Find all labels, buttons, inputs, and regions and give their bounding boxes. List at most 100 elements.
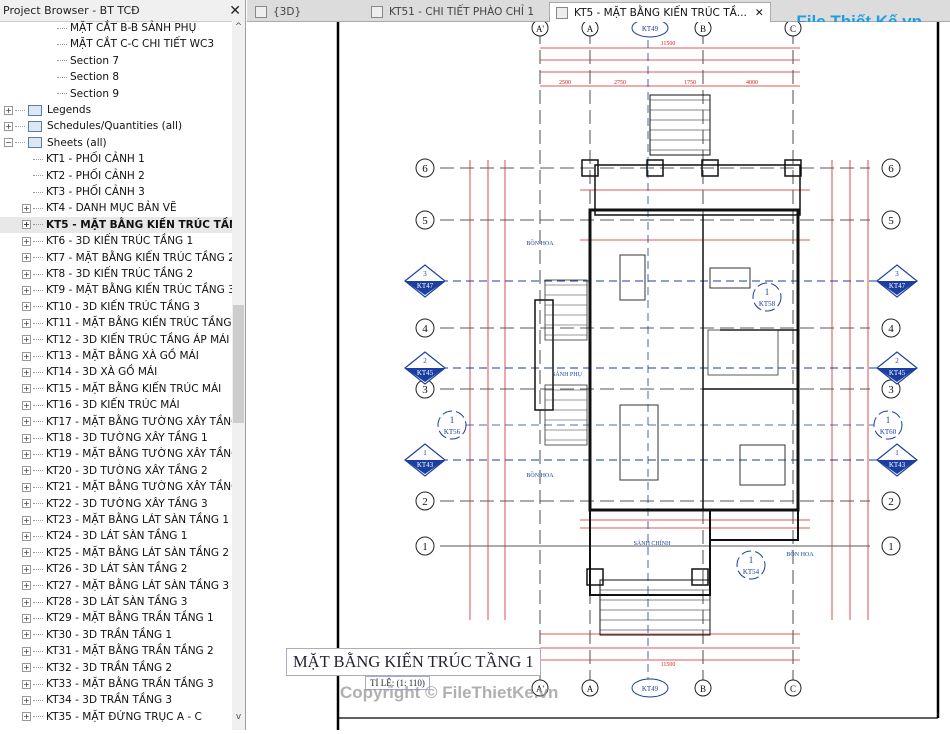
tree-item[interactable]: + KT16 - 3D KIẾN TRÚC MÁI: [0, 397, 232, 413]
dimension-text: 4000: [746, 80, 758, 86]
tree-item[interactable]: + KT6 - 3D KIẾN TRÚC TẦNG 1: [0, 233, 232, 249]
expand-icon[interactable]: +: [22, 679, 31, 689]
tree-item-label: KT2 - PHỐI CẢNH 2: [46, 169, 145, 182]
expand-icon[interactable]: +: [22, 384, 31, 394]
close-tab-icon[interactable]: ✕: [755, 7, 764, 19]
tree-item[interactable]: + KT4 - DANH MỤC BẢN VẼ: [0, 200, 232, 216]
kitchen-island: [709, 267, 751, 289]
tree-item[interactable]: + KT13 - MẶT BẰNG XÀ GỒ MÁI: [0, 348, 232, 364]
tree-item[interactable]: + KT7 - MẶT BẰNG KIẾN TRÚC TẦNG 2: [0, 250, 232, 266]
tree-item[interactable]: + KT21 - MẶT BẰNG TƯỜNG XÂY TẦNG 3: [0, 479, 232, 495]
tree-line: [33, 339, 43, 341]
tree-item[interactable]: MẶT CẮT B-B SẢNH PHỤ: [0, 20, 232, 36]
tab-view[interactable]: KT5 - MẶT BẰNG KIẾN TRÚC TẦ... ✕: [549, 2, 771, 22]
expand-icon[interactable]: +: [22, 318, 31, 328]
tree-item[interactable]: + KT35 - MẶT ĐỨNG TRỤC A - C: [0, 709, 232, 725]
tree-item[interactable]: + KT29 - MẶT BẰNG TRẦN TẦNG 1: [0, 610, 232, 626]
tree-item-label: KT24 - 3D LÁT SÀN TẦNG 1: [46, 530, 188, 543]
expand-icon[interactable]: +: [22, 367, 31, 377]
tree-item[interactable]: KT3 - PHỐI CẢNH 3: [0, 184, 232, 200]
expand-icon[interactable]: +: [22, 236, 31, 246]
tree-item[interactable]: + KT5 - MẶT BẰNG KIẾN TRÚC TẦNG 1: [0, 216, 232, 233]
expand-icon[interactable]: +: [22, 302, 31, 312]
expand-icon[interactable]: +: [22, 531, 31, 541]
expand-icon[interactable]: +: [22, 335, 31, 345]
tree-item-label: KT5 - MẶT BẰNG KIẾN TRÚC TẦNG 1: [46, 218, 232, 231]
tree-item[interactable]: + KT26 - 3D LÁT SÀN TẦNG 2: [0, 561, 232, 577]
expand-icon[interactable]: +: [22, 499, 31, 509]
tree-item[interactable]: + KT33 - MẶT BẰNG TRẦN TẦNG 3: [0, 676, 232, 692]
tree-item[interactable]: + KT18 - 3D TƯỜNG XÂY TẦNG 1: [0, 430, 232, 446]
tree-item[interactable]: + KT30 - 3D TRẦN TẦNG 1: [0, 627, 232, 643]
tree-item[interactable]: + KT24 - 3D LÁT SÀN TẦNG 1: [0, 528, 232, 544]
tree-item[interactable]: + Legends: [0, 102, 232, 118]
tab-view[interactable]: {3D}: [249, 2, 361, 22]
tree-item[interactable]: + KT27 - MẶT BẰNG LÁT SÀN TẦNG 3: [0, 578, 232, 594]
elevation-sheet: KT54: [743, 568, 760, 576]
expand-icon[interactable]: +: [22, 695, 31, 705]
scroll-up-icon[interactable]: ^: [232, 22, 245, 32]
expand-icon[interactable]: +: [22, 515, 31, 525]
collapse-icon[interactable]: −: [4, 138, 13, 148]
tree-item[interactable]: Section 8: [0, 69, 232, 85]
tree-item[interactable]: KT1 - PHỐI CẢNH 1: [0, 151, 232, 167]
tree-item[interactable]: + KT31 - MẶT BẰNG TRẦN TẦNG 2: [0, 643, 232, 659]
expand-icon[interactable]: +: [22, 466, 31, 476]
tab-view[interactable]: KT51 - CHI TIẾT PHÀO CHỈ 1: [365, 2, 545, 22]
scrollbar-thumb[interactable]: [233, 305, 244, 423]
expand-icon[interactable]: +: [22, 613, 31, 623]
expand-icon[interactable]: +: [22, 351, 31, 361]
expand-icon[interactable]: +: [22, 449, 31, 459]
expand-icon[interactable]: +: [4, 121, 13, 131]
tree-item[interactable]: + KT12 - 3D KIẾN TRÚC TẦNG ÁP MÁI: [0, 332, 232, 348]
tree-item-label: KT25 - MẶT BẰNG LÁT SÀN TẦNG 2: [46, 546, 230, 559]
expand-icon[interactable]: +: [22, 253, 31, 263]
expand-icon[interactable]: +: [22, 285, 31, 295]
expand-icon[interactable]: +: [22, 220, 31, 230]
tree-item[interactable]: Section 9: [0, 86, 232, 102]
expand-icon[interactable]: +: [22, 564, 31, 574]
expand-icon[interactable]: +: [22, 597, 31, 607]
expand-icon[interactable]: +: [22, 630, 31, 640]
tree-item[interactable]: + KT14 - 3D XÀ GỒ MÁI: [0, 364, 232, 380]
close-icon[interactable]: ✕: [229, 3, 241, 19]
tree-item[interactable]: + KT32 - 3D TRẦN TẦNG 2: [0, 660, 232, 676]
expand-icon[interactable]: +: [22, 712, 31, 722]
tree-item[interactable]: + KT25 - MẶT BẰNG LÁT SÀN TẦNG 2: [0, 545, 232, 561]
vertical-scrollbar[interactable]: ^ v: [232, 20, 245, 730]
section-sheet: KT45: [889, 369, 906, 377]
tree-line: [57, 60, 67, 62]
tree-item[interactable]: + Schedules/Quantities (all): [0, 118, 232, 134]
expand-icon[interactable]: +: [4, 105, 13, 115]
tree-item[interactable]: + KT34 - 3D TRẦN TẦNG 3: [0, 692, 232, 708]
expand-icon[interactable]: +: [22, 548, 31, 558]
tree-item[interactable]: − Sheets (all): [0, 135, 232, 151]
expand-icon[interactable]: +: [22, 646, 31, 656]
tree-item[interactable]: + KT19 - MẶT BẰNG TƯỜNG XÂY TẦNG 2: [0, 446, 232, 462]
tree-item[interactable]: + KT11 - MẶT BẰNG KIẾN TRÚC TẦNG ÁP MÁI: [0, 315, 232, 331]
tree-item[interactable]: + KT8 - 3D KIẾN TRÚC TẦNG 2: [0, 266, 232, 282]
expand-icon[interactable]: +: [22, 417, 31, 427]
tree-item-label: Schedules/Quantities (all): [47, 120, 183, 133]
tree-item[interactable]: MẶT CẮT C-C CHI TIẾT WC3: [0, 36, 232, 52]
expand-icon[interactable]: +: [22, 433, 31, 443]
tree-line: [33, 158, 43, 160]
tree-item[interactable]: + KT22 - 3D TƯỜNG XÂY TẦNG 3: [0, 496, 232, 512]
tree-item[interactable]: + KT20 - 3D TƯỜNG XÂY TẦNG 2: [0, 463, 232, 479]
tree-item[interactable]: + KT23 - MẶT BẰNG LÁT SÀN TẦNG 1: [0, 512, 232, 528]
tree-item[interactable]: + KT10 - 3D KIẾN TRÚC TẦNG 3: [0, 299, 232, 315]
tree-item[interactable]: KT2 - PHỐI CẢNH 2: [0, 168, 232, 184]
drawing-canvas[interactable]: 6 6 5 5 4 4 3 3 2 2 1 1 A' A' A A B B C C 11500 11500 2500 2750…: [247, 18, 950, 730]
tree-item[interactable]: + KT15 - MẶT BẰNG KIẾN TRÚC MÁI: [0, 381, 232, 397]
expand-icon[interactable]: +: [22, 203, 31, 213]
tree-item[interactable]: + KT28 - 3D LÁT SÀN TẦNG 3: [0, 594, 232, 610]
tree-item[interactable]: + KT9 - MẶT BẰNG KIẾN TRÚC TẦNG 3: [0, 282, 232, 298]
expand-icon[interactable]: +: [22, 663, 31, 673]
expand-icon[interactable]: +: [22, 482, 31, 492]
expand-icon[interactable]: +: [22, 581, 31, 591]
tree-item[interactable]: + KT17 - MẶT BẰNG TƯỜNG XÂY TẦNG 1: [0, 414, 232, 430]
scroll-down-icon[interactable]: v: [232, 712, 245, 722]
expand-icon[interactable]: +: [22, 269, 31, 279]
tree-item[interactable]: Section 7: [0, 53, 232, 69]
expand-icon[interactable]: +: [22, 400, 31, 410]
